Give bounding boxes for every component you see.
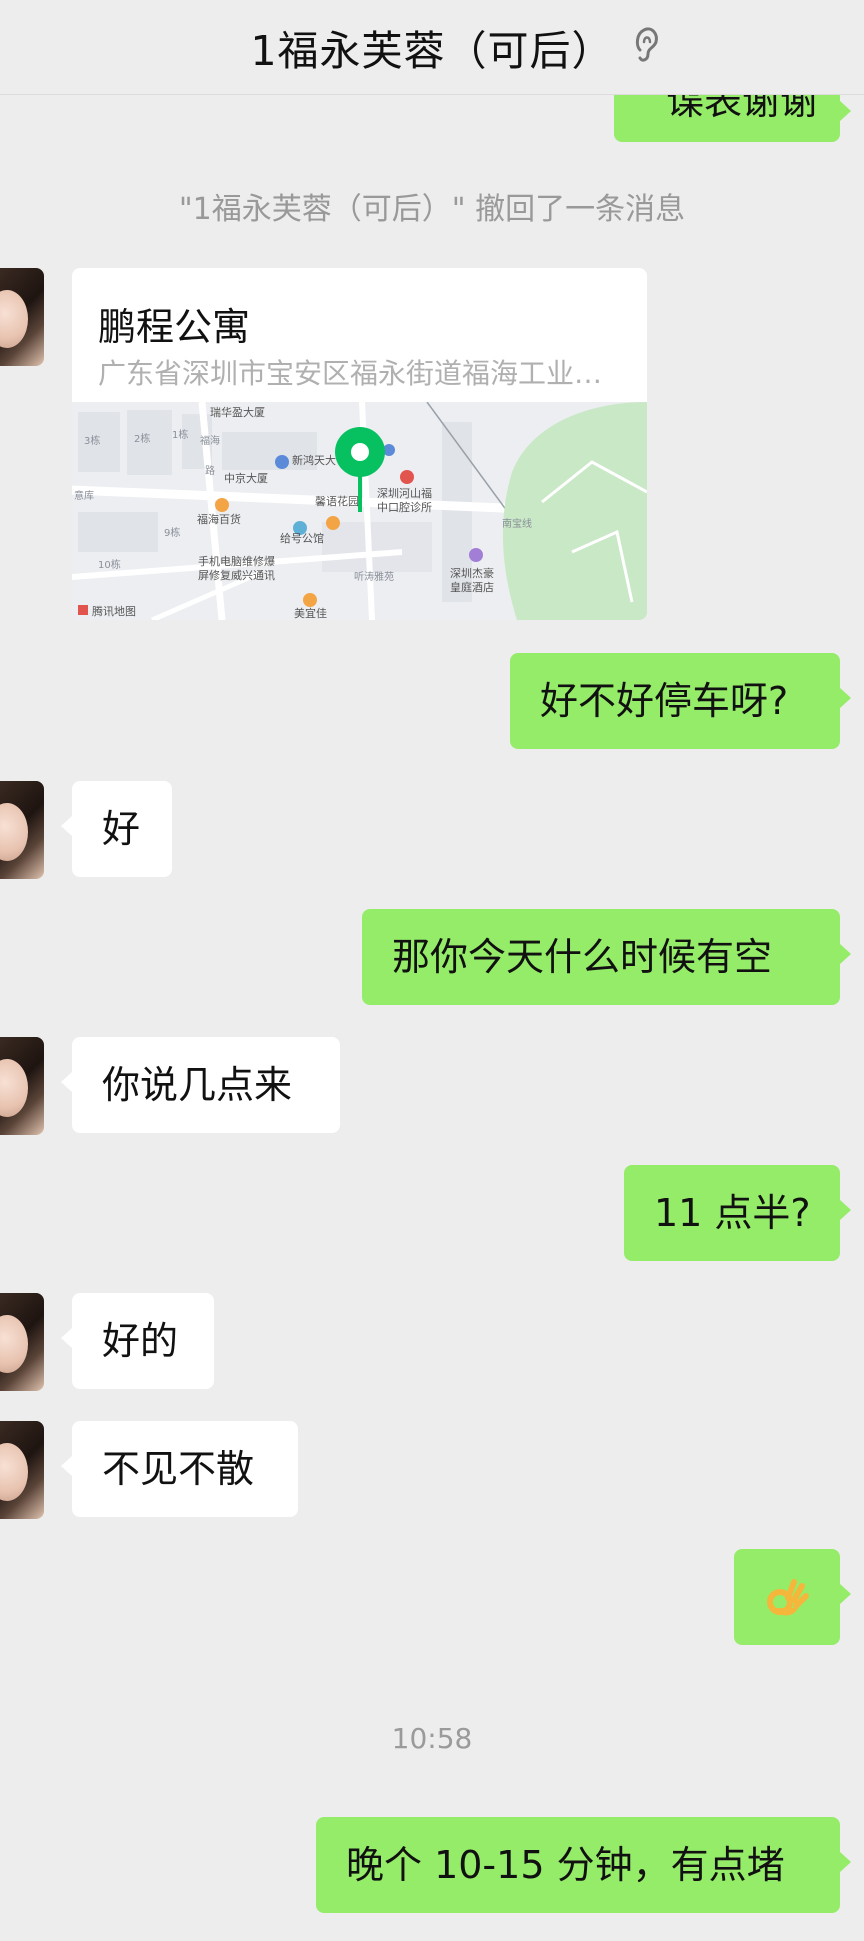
message-text: 11 点半? <box>654 1191 811 1235</box>
ear-icon[interactable] <box>630 20 662 68</box>
location-address: 广东省深圳市宝安区福永街道福海工业… <box>98 357 603 390</box>
sent-message-bubble[interactable]: 好不好停车呀? <box>510 653 851 749</box>
map-label: 中京大厦 <box>224 471 268 485</box>
avatar[interactable] <box>0 781 44 879</box>
map-label: 给号公馆 <box>280 531 324 545</box>
map-label: 屏修复威兴通讯 <box>198 568 275 582</box>
map-label: 瑞华盈大厦 <box>210 405 265 419</box>
chat-title[interactable]: 1福永芙蓉（可后） <box>250 17 613 77</box>
map-label: 中口腔诊所 <box>377 500 432 514</box>
map-label: 美宜佳 <box>294 606 327 620</box>
map-label: 1栋 <box>172 428 188 441</box>
map-label: 路 <box>205 464 215 477</box>
avatar[interactable] <box>0 268 44 366</box>
message-text: 不见不散 <box>102 1447 255 1491</box>
location-card[interactable]: 鹏程公寓 广东省深圳市宝安区福永街道福海工业… 瑞华盈大厦 新鸿天大 中京大厦 … <box>72 268 647 620</box>
location-name: 鹏程公寓 <box>98 305 251 349</box>
message-text: 好不好停车呀? <box>540 679 789 723</box>
avatar[interactable] <box>0 1293 44 1391</box>
message-text: 你说几点来 <box>102 1063 293 1107</box>
map-label: 3栋 <box>84 434 100 447</box>
map-label: 9栋 <box>164 526 180 539</box>
map-label: 听涛雅苑 <box>354 570 394 583</box>
sent-message-bubble[interactable]: 11 点半? <box>624 1165 851 1261</box>
avatar[interactable] <box>0 1421 44 1519</box>
ok-hand-icon <box>767 1579 809 1616</box>
map-label: 福海 <box>200 434 220 447</box>
chat-header: 1福永芙蓉（可后） <box>0 0 864 95</box>
received-message-bubble[interactable]: 好的 <box>61 1293 214 1389</box>
received-message-bubble[interactable]: 不见不散 <box>61 1421 298 1517</box>
map-label: 意库 <box>74 489 94 502</box>
location-map[interactable]: 瑞华盈大厦 新鸿天大 中京大厦 馨语花园 深圳河山福 中口腔诊所 福海百货 给号… <box>72 402 647 620</box>
map-label: 福海百货 <box>197 512 241 526</box>
message-text: 那你今天什么时候有空 <box>392 935 773 979</box>
message-text: 好 <box>102 807 141 851</box>
recall-notice: "1福永芙蓉（可后）" 撤回了一条消息 <box>178 192 686 227</box>
map-label: 南宝线 <box>502 517 532 530</box>
avatar[interactable] <box>0 1037 44 1135</box>
map-label: 10栋 <box>98 558 121 571</box>
received-message-bubble[interactable]: 你说几点来 <box>61 1037 340 1133</box>
timestamp: 10:58 <box>391 1722 473 1755</box>
map-label: 皇庭酒店 <box>450 580 494 594</box>
sent-message-bubble[interactable]: 晚个 10-15 分钟，有点堵 <box>316 1817 851 1913</box>
sent-message-bubble[interactable]: 那你今天什么时候有空 <box>362 909 851 1005</box>
map-label: 手机电脑维修爆 <box>198 554 275 568</box>
sent-emoji-bubble[interactable] <box>734 1549 851 1645</box>
map-label: 深圳河山福 <box>377 486 432 500</box>
map-label: 2栋 <box>134 432 150 445</box>
map-label: 深圳杰豪 <box>450 566 494 580</box>
message-text: 好的 <box>102 1319 179 1363</box>
map-label: 新鸿天大 <box>292 453 336 467</box>
received-message-bubble[interactable]: 好 <box>61 781 172 877</box>
message-text: 晚个 10-15 分钟，有点堵 <box>346 1843 785 1887</box>
map-watermark: 腾讯地图 <box>92 604 136 618</box>
map-label: 馨语花园 <box>315 494 359 508</box>
